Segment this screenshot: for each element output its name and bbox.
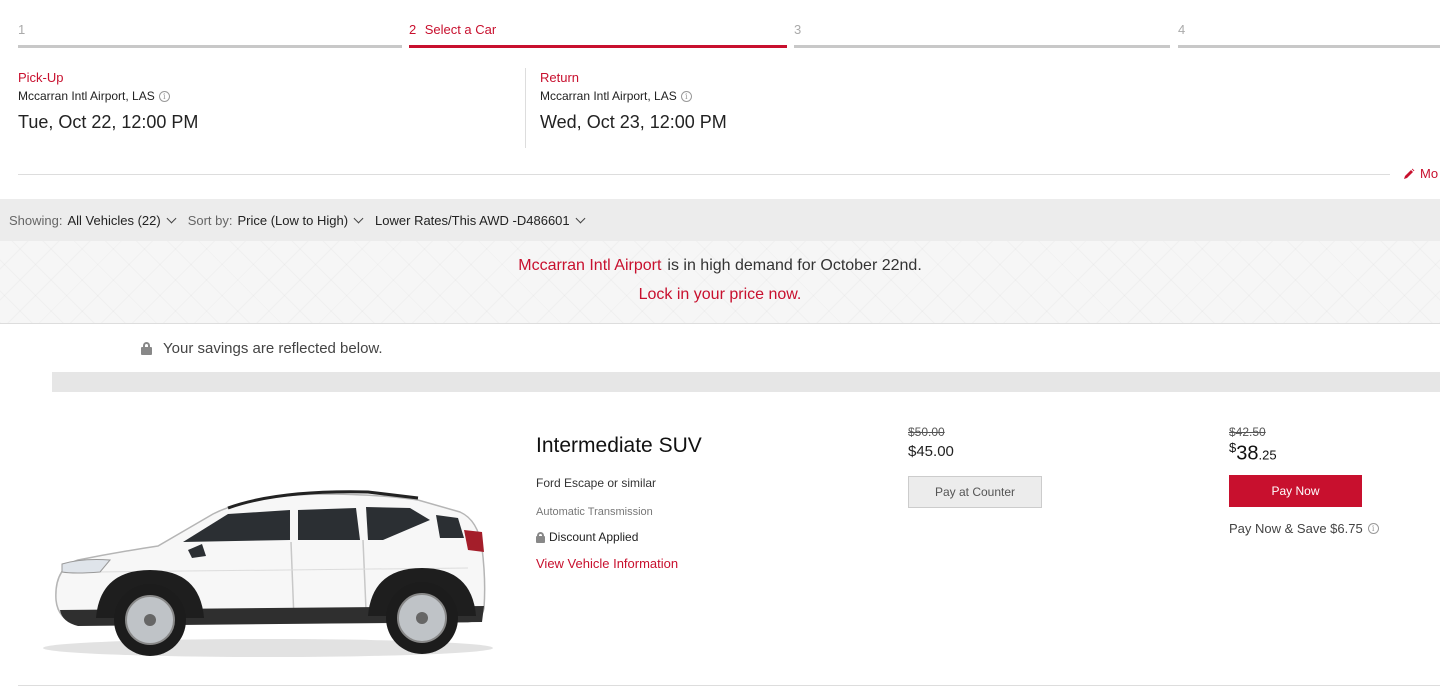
step-2[interactable]: 2 Select a Car bbox=[409, 21, 787, 48]
discount-badge: Discount Applied bbox=[536, 530, 638, 544]
progress-steps: 1 2 Select a Car 3 4 bbox=[0, 0, 1440, 50]
sort-label: Sort by: bbox=[187, 212, 233, 228]
pay-now-button[interactable]: Pay Now bbox=[1229, 475, 1362, 507]
showing-dropdown[interactable]: Showing: All Vehicles (22) bbox=[9, 212, 177, 228]
vehicle-image bbox=[43, 490, 493, 657]
demand-message: Mccarran Intl Airport is in high demand f… bbox=[0, 257, 1440, 275]
step-number: 3 bbox=[794, 22, 802, 37]
sort-dropdown[interactable]: Sort by: Price (Low to High) bbox=[187, 212, 364, 228]
demand-location: Mccarran Intl Airport bbox=[518, 257, 662, 274]
modify-link[interactable]: Mo bbox=[1403, 166, 1438, 181]
pickup-section: Pick-Up Mccarran Intl Airport, LAS i Tue… bbox=[18, 70, 198, 133]
info-icon[interactable]: i bbox=[680, 90, 692, 102]
trip-summary: Pick-Up Mccarran Intl Airport, LAS i Tue… bbox=[18, 70, 1440, 150]
vehicle-class: Intermediate SUV bbox=[536, 434, 702, 457]
paynow-price: $38.25 bbox=[1229, 440, 1277, 466]
discount-text: Discount Applied bbox=[549, 530, 639, 544]
vehicle-model: Ford Escape or similar bbox=[536, 476, 657, 490]
chevron-down-icon bbox=[166, 213, 177, 223]
lock-icon bbox=[141, 342, 152, 355]
lock-icon bbox=[536, 531, 545, 543]
savings-note: Your savings are reflected below. bbox=[141, 340, 383, 357]
pay-now-savings-text: Pay Now & Save $6.75 bbox=[1229, 521, 1363, 536]
paynow-dollars: 38 bbox=[1236, 442, 1259, 465]
paynow-price-block: $42.50 $38.25 bbox=[1229, 425, 1277, 466]
step-label: Select a Car bbox=[424, 22, 497, 37]
showing-value: All Vehicles (22) bbox=[67, 212, 161, 228]
demand-banner: Mccarran Intl Airport is in high demand f… bbox=[0, 241, 1440, 324]
return-heading: Return bbox=[540, 70, 580, 85]
rate-dropdown[interactable]: Lower Rates/This AWD -D486601 bbox=[375, 212, 586, 228]
pickup-location-text: Mccarran Intl Airport, LAS bbox=[18, 89, 155, 103]
demand-text: is in high demand for October 22nd. bbox=[667, 257, 922, 274]
view-vehicle-info-link[interactable]: View Vehicle Information bbox=[536, 556, 678, 571]
step-1[interactable]: 1 bbox=[18, 21, 402, 48]
info-icon[interactable]: i bbox=[158, 90, 170, 102]
return-location-text: Mccarran Intl Airport, LAS bbox=[540, 89, 677, 103]
counter-original-price: $50.00 bbox=[908, 425, 945, 439]
pickup-location: Mccarran Intl Airport, LAS i bbox=[18, 89, 198, 103]
pickup-datetime: Tue, Oct 22, 12:00 PM bbox=[18, 112, 199, 132]
step-bar bbox=[18, 45, 402, 48]
step-number: 2 bbox=[409, 22, 417, 37]
pickup-heading: Pick-Up bbox=[18, 70, 64, 85]
step-bar bbox=[794, 45, 1170, 48]
info-icon[interactable]: i bbox=[1367, 523, 1379, 534]
results-header-bar bbox=[52, 372, 1440, 392]
demand-cta: Lock in your price now. bbox=[638, 286, 802, 303]
showing-label: Showing: bbox=[9, 212, 63, 228]
return-datetime: Wed, Oct 23, 12:00 PM bbox=[540, 112, 727, 132]
step-3[interactable]: 3 bbox=[794, 21, 1170, 48]
sort-value: Price (Low to High) bbox=[237, 212, 349, 228]
step-bar bbox=[409, 45, 787, 48]
card-divider bbox=[18, 685, 1440, 686]
counter-price-block: $50.00 $45.00 bbox=[908, 425, 954, 460]
rate-value: Lower Rates/This AWD -D486601 bbox=[375, 212, 570, 228]
return-section: Return Mccarran Intl Airport, LAS i Wed,… bbox=[540, 70, 727, 133]
step-4[interactable]: 4 bbox=[1178, 21, 1440, 48]
trip-divider bbox=[525, 68, 526, 148]
pencil-icon bbox=[1404, 168, 1415, 179]
pay-at-counter-button[interactable]: Pay at Counter bbox=[908, 476, 1042, 508]
divider bbox=[18, 174, 1390, 175]
chevron-down-icon bbox=[353, 213, 364, 223]
paynow-cents: .25 bbox=[1258, 447, 1277, 463]
return-location: Mccarran Intl Airport, LAS i bbox=[540, 89, 727, 103]
filter-bar: Showing: All Vehicles (22) Sort by: Pric… bbox=[0, 199, 1440, 241]
chevron-down-icon bbox=[575, 213, 586, 223]
savings-text: Your savings are reflected below. bbox=[163, 340, 383, 357]
pay-now-savings: Pay Now & Save $6.75 i bbox=[1229, 521, 1379, 536]
paynow-original-price: $42.50 bbox=[1229, 425, 1266, 439]
step-number: 4 bbox=[1178, 22, 1186, 37]
modify-label: Mo bbox=[1420, 166, 1439, 181]
counter-price: $45.00 bbox=[908, 443, 954, 460]
vehicle-transmission: Automatic Transmission bbox=[536, 506, 653, 518]
step-bar bbox=[1178, 45, 1440, 48]
step-number: 1 bbox=[18, 22, 26, 37]
